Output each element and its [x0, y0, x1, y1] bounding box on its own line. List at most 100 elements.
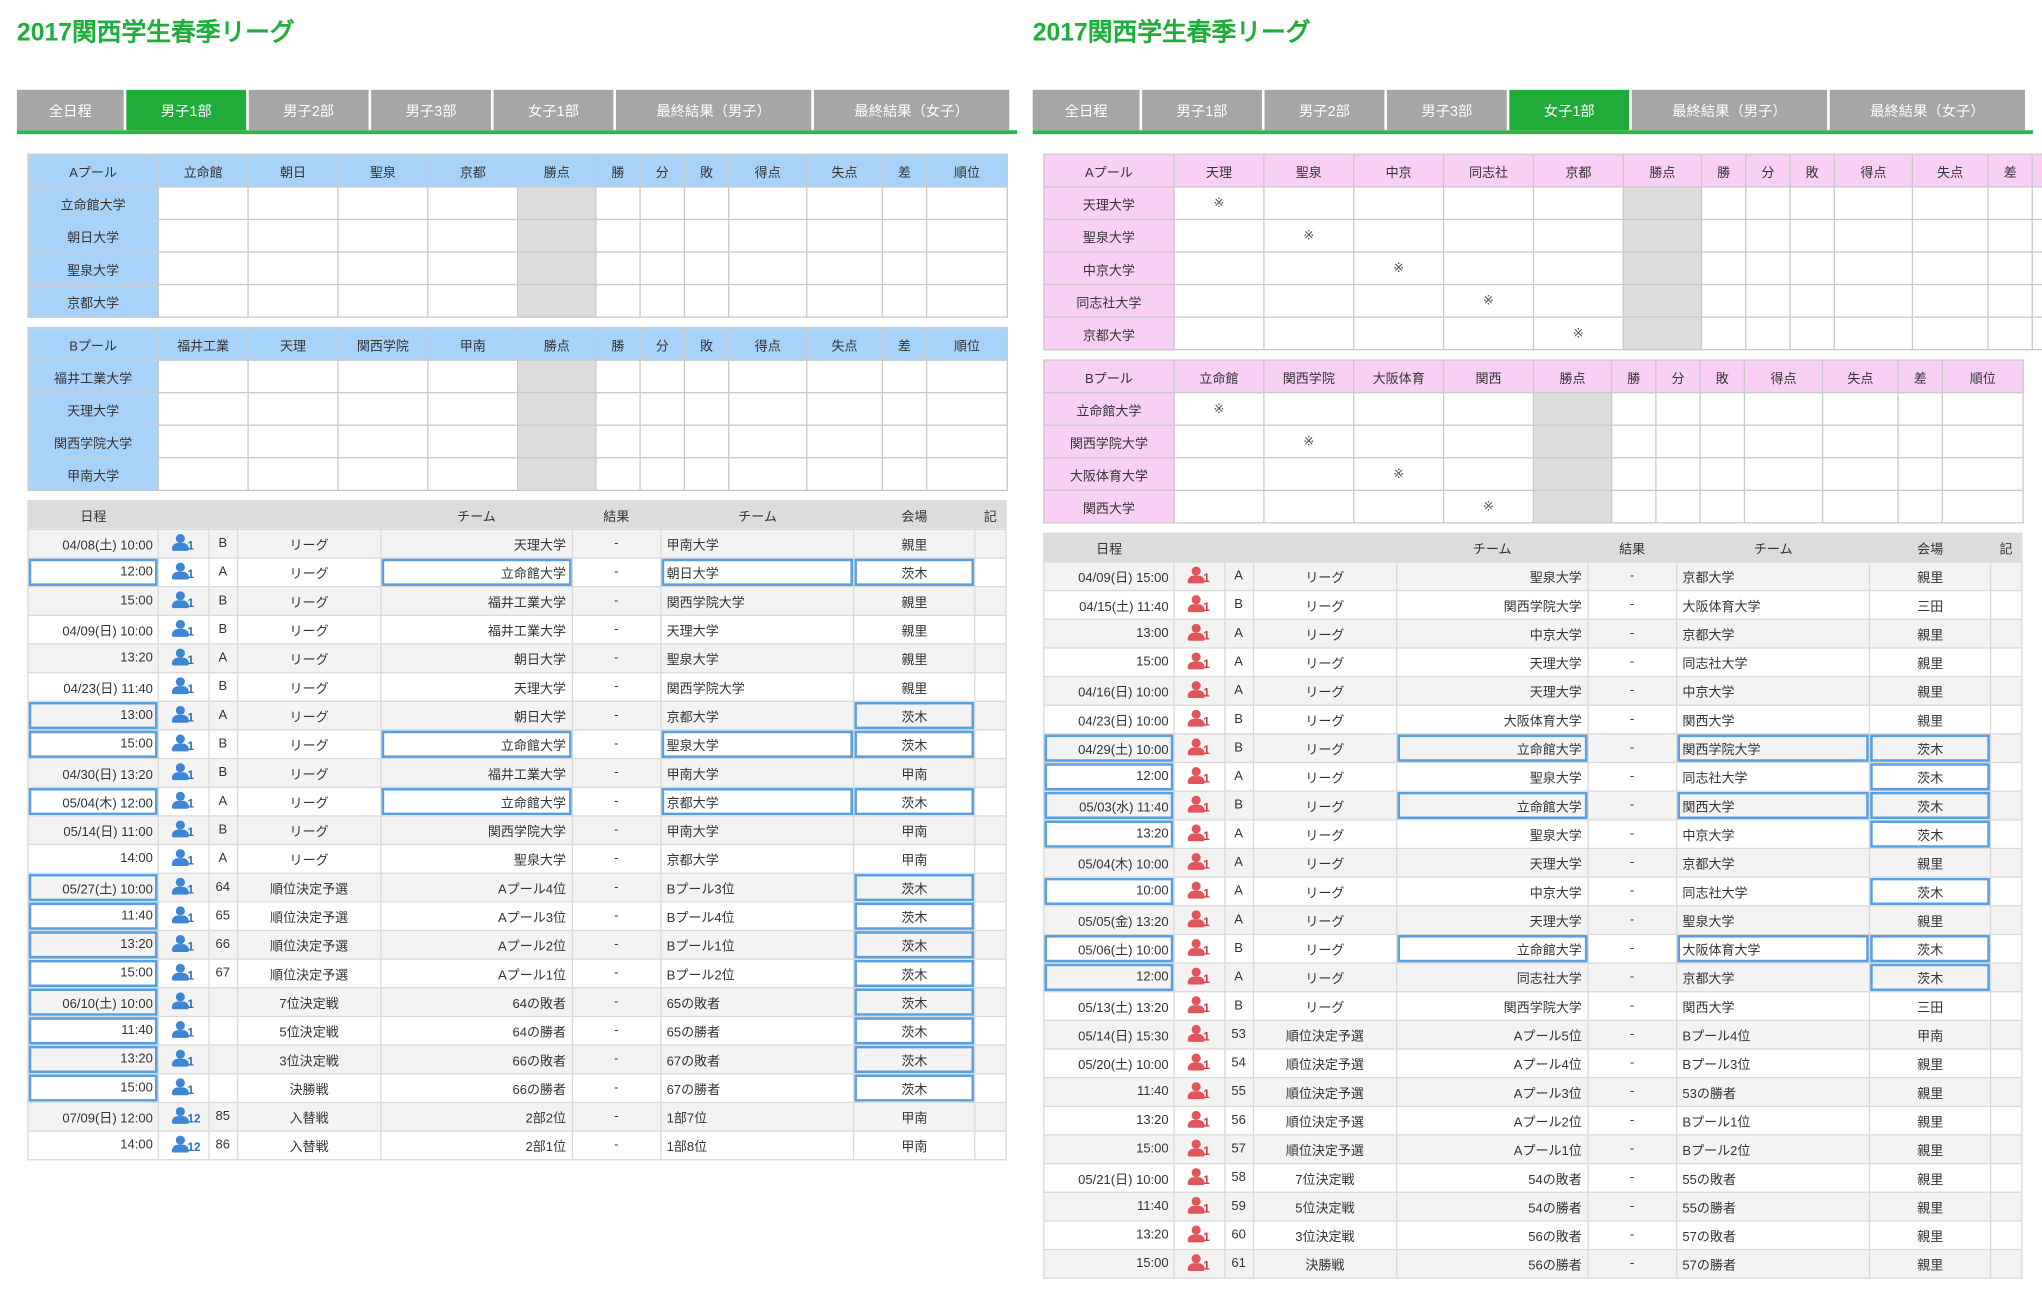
- match-team-home[interactable]: 54の勝者: [1396, 1191, 1589, 1222]
- match-team-away[interactable]: 聖泉大学: [660, 729, 855, 760]
- match-team-home[interactable]: 聖泉大学: [1396, 561, 1589, 592]
- match-result[interactable]: -: [571, 786, 662, 817]
- match-result[interactable]: -: [571, 1130, 662, 1161]
- match-date[interactable]: 04/16(日) 10:00: [1043, 675, 1176, 706]
- match-venue[interactable]: 茨木: [853, 1015, 976, 1046]
- match-venue[interactable]: 茨木: [853, 729, 976, 760]
- pool-match-cell[interactable]: ※: [1442, 489, 1535, 524]
- match-date[interactable]: 15:00: [27, 729, 160, 760]
- match-team-home[interactable]: Aプール2位: [1396, 1105, 1589, 1136]
- player-icon[interactable]: 1: [171, 533, 195, 554]
- match-venue[interactable]: 親里: [1869, 847, 1991, 878]
- match-team-home[interactable]: 66の敗者: [380, 1044, 573, 1075]
- match-team-away[interactable]: 同志社大学: [1675, 761, 1871, 792]
- player-icon[interactable]: 1: [171, 733, 195, 755]
- pool-match-cell[interactable]: [1442, 424, 1535, 459]
- pool-match-cell[interactable]: ※: [1173, 186, 1265, 221]
- match-team-away[interactable]: 57の敗者: [1675, 1220, 1871, 1251]
- match-venue[interactable]: 親里: [853, 671, 976, 702]
- match-venue[interactable]: 三田: [1869, 589, 1991, 620]
- pool-match-cell[interactable]: ※: [1263, 218, 1355, 253]
- match-venue[interactable]: 茨木: [853, 786, 976, 817]
- match-date[interactable]: 13:20: [1043, 1105, 1176, 1136]
- pool-team-name[interactable]: 京都大学: [27, 283, 159, 318]
- match-date[interactable]: 05/04(木) 12:00: [27, 786, 160, 817]
- match-result[interactable]: -: [1587, 675, 1678, 706]
- player-icon[interactable]: 1: [171, 791, 195, 812]
- match-team-home[interactable]: 66の勝者: [380, 1073, 573, 1104]
- pool-team-name[interactable]: 京都大学: [1043, 316, 1175, 351]
- match-result[interactable]: -: [1587, 1191, 1678, 1222]
- match-team-away[interactable]: 聖泉大学: [1675, 905, 1871, 936]
- match-team-home[interactable]: Aプール1位: [1396, 1134, 1589, 1165]
- player-icon[interactable]: 1: [1187, 881, 1211, 902]
- pool-match-cell[interactable]: [337, 251, 429, 286]
- match-venue[interactable]: 親里: [853, 586, 976, 616]
- match-team-away[interactable]: 53の勝者: [1675, 1077, 1871, 1107]
- tab-7[interactable]: 最終結果（女子）: [813, 89, 1010, 131]
- match-team-home[interactable]: 朝日大学: [380, 700, 573, 731]
- match-team-away[interactable]: 同志社大学: [1675, 647, 1871, 678]
- match-date[interactable]: 04/29(土) 10:00: [1043, 733, 1176, 764]
- pool-match-cell[interactable]: [247, 283, 339, 318]
- match-team-home[interactable]: 立命館大学: [1396, 790, 1589, 821]
- match-result[interactable]: -: [571, 843, 662, 874]
- player-icon[interactable]: 1: [171, 762, 195, 783]
- match-venue[interactable]: 茨木: [853, 929, 976, 960]
- match-result[interactable]: -: [571, 757, 662, 788]
- match-team-away[interactable]: 関西学院大学: [660, 671, 855, 702]
- match-team-away[interactable]: 甲南大学: [660, 757, 855, 788]
- pool-match-cell[interactable]: [247, 359, 339, 394]
- player-icon[interactable]: 1: [1187, 1196, 1211, 1217]
- match-result[interactable]: -: [1587, 589, 1678, 620]
- tab-3[interactable]: 男子2部: [248, 89, 369, 131]
- match-venue[interactable]: 茨木: [1869, 962, 1991, 993]
- tab-5[interactable]: 女子1部: [1509, 89, 1630, 131]
- pool-match-cell[interactable]: [337, 218, 429, 253]
- player-icon[interactable]: 1: [171, 1020, 195, 1041]
- pool-match-cell[interactable]: ※: [1263, 424, 1355, 459]
- pool-team-name[interactable]: 中京大学: [1043, 251, 1175, 286]
- match-venue[interactable]: 親里: [853, 528, 976, 559]
- pool-team-name[interactable]: 福井工業大学: [27, 359, 159, 394]
- match-result[interactable]: -: [1587, 905, 1678, 936]
- match-team-away[interactable]: 関西学院大学: [1675, 733, 1871, 764]
- match-team-away[interactable]: Bプール3位: [1675, 1048, 1871, 1079]
- pool-match-cell[interactable]: [157, 457, 249, 491]
- match-venue[interactable]: 親里: [1869, 1134, 1991, 1165]
- player-icon[interactable]: 1: [171, 848, 195, 869]
- match-result[interactable]: -: [571, 1101, 662, 1132]
- match-team-home[interactable]: 聖泉大学: [1396, 819, 1589, 850]
- match-venue[interactable]: 親里: [1869, 1162, 1991, 1193]
- match-date[interactable]: 05/05(金) 13:20: [1043, 905, 1176, 936]
- match-date[interactable]: 11:40: [27, 901, 160, 932]
- match-result[interactable]: -: [571, 643, 662, 674]
- match-date[interactable]: 15:00: [27, 1073, 160, 1104]
- player-icon[interactable]: 1: [171, 1077, 195, 1099]
- pool-match-cell[interactable]: [157, 424, 249, 459]
- match-date[interactable]: 05/14(日) 11:00: [27, 815, 160, 846]
- match-result[interactable]: -: [571, 729, 662, 760]
- pool-match-cell[interactable]: [1173, 489, 1265, 524]
- tab-4[interactable]: 男子3部: [1386, 89, 1507, 131]
- match-venue[interactable]: 親里: [1869, 1105, 1991, 1136]
- match-team-away[interactable]: 朝日大学: [660, 557, 855, 588]
- match-result[interactable]: -: [571, 929, 662, 960]
- pool-match-cell[interactable]: [247, 218, 339, 253]
- match-venue[interactable]: 親里: [1869, 1077, 1991, 1107]
- pool-match-cell[interactable]: [247, 251, 339, 286]
- match-venue[interactable]: 茨木: [1869, 733, 1991, 764]
- match-team-away[interactable]: 京都大学: [1675, 847, 1871, 878]
- pool-match-cell[interactable]: [247, 424, 339, 459]
- pool-match-cell[interactable]: [337, 186, 429, 221]
- match-date[interactable]: 12:00: [1043, 761, 1176, 792]
- match-team-away[interactable]: 大阪体育大学: [1675, 933, 1871, 964]
- match-team-away[interactable]: 関西大学: [1675, 704, 1871, 735]
- match-venue[interactable]: 茨木: [1869, 819, 1991, 850]
- match-result[interactable]: -: [1587, 1248, 1678, 1279]
- match-date[interactable]: 05/06(土) 10:00: [1043, 933, 1176, 964]
- match-venue[interactable]: 茨木: [853, 1044, 976, 1075]
- match-venue[interactable]: 親里: [1869, 1191, 1991, 1222]
- player-icon[interactable]: 12: [171, 1134, 201, 1156]
- match-team-away[interactable]: 関西大学: [1675, 991, 1871, 1022]
